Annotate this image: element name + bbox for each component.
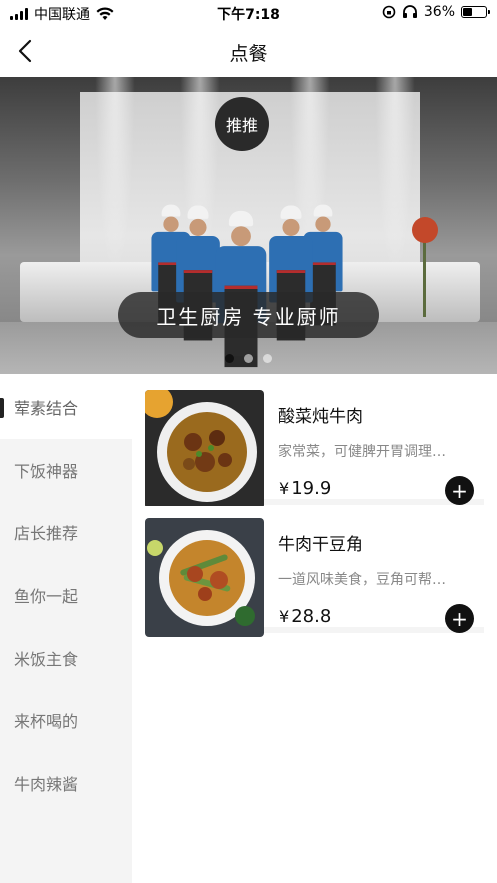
category-item[interactable]: 荤素结合 <box>0 376 132 439</box>
dish-name: 牛肉干豆角 <box>278 535 363 555</box>
category-item[interactable]: 下饭神器 <box>0 439 132 502</box>
dish-price: ¥19.9 <box>279 478 331 499</box>
carousel-dot[interactable] <box>244 354 253 363</box>
back-button[interactable] <box>12 37 42 65</box>
plus-icon: + <box>451 606 468 631</box>
plus-icon: + <box>451 478 468 503</box>
category-item[interactable]: 牛肉辣酱 <box>0 752 132 815</box>
category-label: 米饭主食 <box>14 649 79 669</box>
carousel-dot[interactable] <box>263 354 272 363</box>
flower-decoration <box>412 217 438 243</box>
brand-logo: 推推 <box>215 97 269 151</box>
category-item[interactable]: 鱼你一起 <box>0 564 132 627</box>
page-title: 点餐 <box>229 43 268 65</box>
carousel-dot[interactable] <box>225 354 234 363</box>
category-label: 下饭神器 <box>14 461 79 481</box>
banner-carousel[interactable]: 推推 卫生厨房 专业厨师 <box>0 77 497 374</box>
chef-figure <box>215 210 267 368</box>
category-item[interactable]: 店长推荐 <box>0 501 132 564</box>
battery-percent: 36% <box>423 4 455 20</box>
price-value: 19.9 <box>291 478 332 499</box>
banner-slogan: 卫生厨房 专业厨师 <box>118 292 379 338</box>
status-bar: 中国联通 下午7:18 36% <box>0 0 497 26</box>
dish-card[interactable]: 牛肉干豆角 一道风味美食，豆角可帮… ¥28.8 + <box>145 506 484 637</box>
add-to-cart-button[interactable]: + <box>445 476 474 505</box>
category-sidebar: 荤素结合 下饭神器 店长推荐 鱼你一起 米饭主食 来杯喝的 牛肉辣酱 <box>0 376 132 883</box>
dish-card[interactable]: 酸菜炖牛肉 家常菜，可健脾开胃调理… ¥19.9 + <box>145 378 484 509</box>
category-label: 鱼你一起 <box>14 587 79 607</box>
currency-symbol: ¥ <box>279 479 290 498</box>
currency-symbol: ¥ <box>279 607 290 626</box>
category-item[interactable]: 来杯喝的 <box>0 689 132 752</box>
dish-price: ¥28.8 <box>279 606 331 627</box>
rotation-lock-icon <box>382 5 396 19</box>
category-label: 店长推荐 <box>14 524 79 544</box>
category-label: 牛肉辣酱 <box>14 774 79 794</box>
price-value: 28.8 <box>291 606 332 627</box>
dish-description: 家常菜，可健脾开胃调理… <box>278 444 446 460</box>
dish-description: 一道风味美食，豆角可帮… <box>278 572 446 588</box>
category-label: 来杯喝的 <box>14 712 79 732</box>
headphones-icon <box>402 5 417 18</box>
dish-name: 酸菜炖牛肉 <box>278 407 363 427</box>
category-label: 荤素结合 <box>14 399 79 419</box>
carousel-dots <box>0 354 497 363</box>
nav-bar: 点餐 <box>0 26 497 76</box>
chevron-left-icon <box>18 39 32 63</box>
dish-image <box>145 390 264 509</box>
add-to-cart-button[interactable]: + <box>445 604 474 633</box>
battery-icon <box>461 6 490 18</box>
dish-image <box>145 518 264 637</box>
category-item[interactable]: 米饭主食 <box>0 626 132 689</box>
